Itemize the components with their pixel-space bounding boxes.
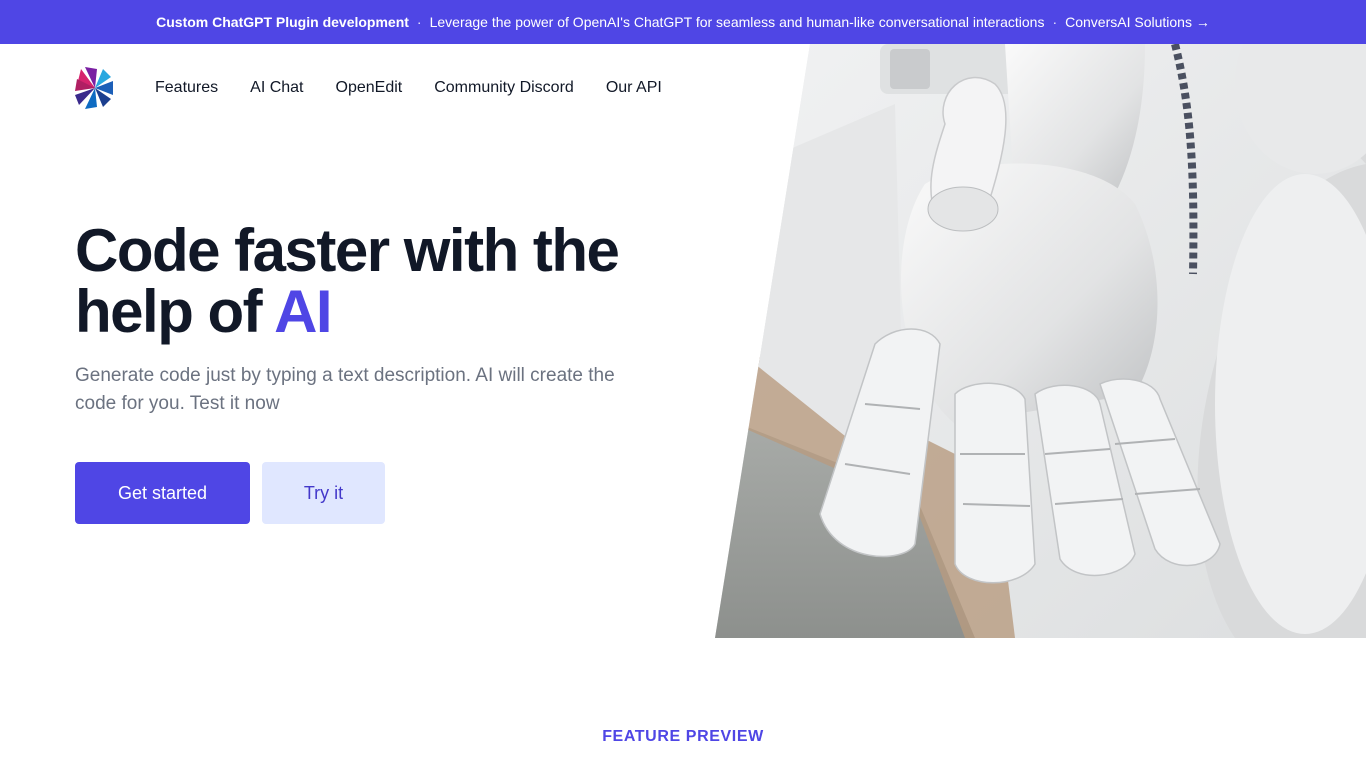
hero-title-accent: AI xyxy=(274,278,333,345)
nav-links: Features AI Chat OpenEdit Community Disc… xyxy=(155,79,662,97)
hero-buttons: Get started Try it xyxy=(75,462,675,524)
hero-title-line1: Code faster with the xyxy=(75,217,620,284)
announcement-message: Leverage the power of OpenAI's ChatGPT f… xyxy=(429,14,1045,30)
nav-item-community-discord[interactable]: Community Discord xyxy=(434,79,574,97)
announcement-bar: Custom ChatGPT Plugin development · Leve… xyxy=(0,0,1366,44)
hero-title: Code faster with the help of AI xyxy=(75,220,675,342)
nav-item-our-api[interactable]: Our API xyxy=(606,79,662,97)
get-started-button[interactable]: Get started xyxy=(75,462,250,524)
nav-item-openedit[interactable]: OpenEdit xyxy=(336,79,403,97)
hero-subtitle: Generate code just by typing a text desc… xyxy=(75,365,615,414)
announcement-link[interactable]: ConversAI Solutions → xyxy=(1065,14,1210,30)
nav-item-features[interactable]: Features xyxy=(155,79,218,97)
try-it-button[interactable]: Try it xyxy=(262,462,385,524)
robot-hand-illustration xyxy=(715,44,1366,638)
feature-preview-eyebrow: FEATURE PREVIEW xyxy=(602,728,764,745)
hero-robot-hand-image xyxy=(715,44,1366,638)
announcement-separator: · xyxy=(416,14,422,30)
announcement-separator-2: · xyxy=(1052,14,1058,30)
announcement-title: Custom ChatGPT Plugin development xyxy=(156,14,409,30)
triangle-pinwheel-logo-icon[interactable] xyxy=(75,67,115,109)
hero-section: Code faster with the help of AI Generate… xyxy=(75,220,675,524)
main-nav: Features AI Chat OpenEdit Community Disc… xyxy=(75,66,662,110)
hero-title-line2: help of xyxy=(75,278,275,345)
nav-item-ai-chat[interactable]: AI Chat xyxy=(250,79,303,97)
